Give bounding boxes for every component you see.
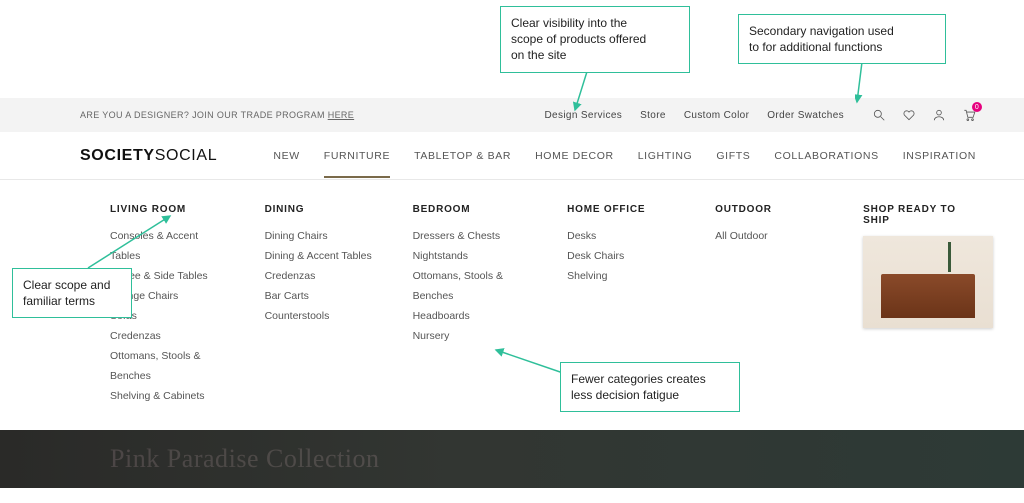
mega-menu-link[interactable]: Shelving & Cabinets — [110, 387, 227, 407]
page-root: Clear visibility into the scope of produ… — [0, 0, 1024, 488]
mega-column-heading: LIVING ROOM — [110, 204, 227, 215]
mega-menu-link[interactable]: Dining Chairs — [265, 227, 375, 247]
secondary-nav-item[interactable]: Store — [640, 110, 666, 121]
mega-column: BEDROOM Dressers & ChestsNightstandsOttom… — [413, 204, 530, 406]
mega-menu-link[interactable]: Counterstools — [265, 307, 375, 327]
primary-nav-item[interactable]: COLLABORATIONS — [774, 134, 878, 178]
mega-column-heading: SHOP READY TO SHIP — [863, 204, 976, 226]
mega-column-heading: BEDROOM — [413, 204, 530, 215]
mega-menu-link[interactable]: Ottomans, Stools & Benches — [110, 347, 227, 387]
mega-menu: LIVING ROOMConsoles & Accent TablesCoffe… — [0, 180, 1024, 430]
mega-column-heading: HOME OFFICE — [567, 204, 677, 215]
mega-menu-link[interactable]: Dining & Accent Tables — [265, 247, 375, 267]
callout-scope-visibility: Clear visibility into the scope of produ… — [500, 6, 690, 73]
trade-program-text: ARE YOU A DESIGNER? JOIN OUR TRADE PROGR… — [80, 110, 354, 120]
mega-column-ship: SHOP READY TO SHIP — [863, 204, 976, 406]
mega-menu-link[interactable]: Credenzas — [110, 327, 227, 347]
mega-menu-link[interactable]: Credenzas — [265, 267, 375, 287]
mega-column-heading: OUTDOOR — [715, 204, 825, 215]
callout-secondary-nav: Secondary navigation used to for additio… — [738, 14, 946, 64]
mega-menu-link[interactable]: Bar Carts — [265, 287, 375, 307]
secondary-nav-item[interactable]: Custom Color — [684, 110, 749, 121]
utility-bar: ARE YOU A DESIGNER? JOIN OUR TRADE PROGR… — [0, 98, 1024, 132]
mega-menu-link[interactable]: All Outdoor — [715, 227, 825, 247]
mega-menu-link[interactable]: Dressers & Chests — [413, 227, 530, 247]
primary-nav-item[interactable]: FURNITURE — [324, 134, 390, 178]
main-header: SOCIETYSOCIAL NEW FURNITURE TABLETOP & BAR… — [0, 132, 1024, 180]
callout-fewer-categories: Fewer categories creates less decision f… — [560, 362, 740, 412]
mega-column: DINING Dining ChairsDining & Accent Table… — [265, 204, 375, 406]
mega-menu-link[interactable]: Headboards — [413, 307, 530, 327]
hero-headline: Pink Paradise Collection — [110, 444, 380, 474]
secondary-nav-item[interactable]: Design Services — [544, 110, 622, 121]
utility-icons: 0 — [872, 108, 976, 122]
primary-nav-item[interactable]: NEW — [273, 134, 299, 178]
mega-menu-link[interactable]: Nursery — [413, 327, 530, 347]
ready-to-ship-image[interactable] — [863, 236, 993, 328]
primary-nav-item[interactable]: GIFTS — [716, 134, 750, 178]
cart-badge: 0 — [972, 102, 982, 112]
secondary-nav-item[interactable]: Order Swatches — [767, 110, 844, 121]
search-icon[interactable] — [872, 108, 886, 122]
secondary-nav: Design Services Store Custom Color Order… — [544, 110, 844, 121]
callout-familiar-terms: Clear scope and familiar terms — [12, 268, 132, 318]
mega-menu-link[interactable]: Desks — [567, 227, 677, 247]
mega-menu-link[interactable]: Nightstands — [413, 247, 530, 267]
wishlist-icon[interactable] — [902, 108, 916, 122]
account-icon[interactable] — [932, 108, 946, 122]
mega-column-heading: DINING — [265, 204, 375, 215]
mega-menu-link[interactable]: Consoles & Accent Tables — [110, 227, 227, 267]
cart-icon[interactable]: 0 — [962, 108, 976, 122]
primary-nav: NEW FURNITURE TABLETOP & BAR HOME DECOR LIGH… — [273, 134, 976, 178]
primary-nav-item[interactable]: LIGHTING — [638, 134, 693, 178]
trade-program-link[interactable]: HERE — [328, 110, 354, 120]
logo[interactable]: SOCIETYSOCIAL — [80, 147, 217, 165]
hero-banner: Pink Paradise Collection — [0, 430, 1024, 488]
primary-nav-item[interactable]: HOME DECOR — [535, 134, 614, 178]
mega-menu-link[interactable]: Ottomans, Stools & Benches — [413, 267, 530, 307]
primary-nav-item[interactable]: TABLETOP & BAR — [414, 134, 511, 178]
mega-menu-link[interactable]: Shelving — [567, 267, 677, 287]
mega-menu-link[interactable]: Desk Chairs — [567, 247, 677, 267]
primary-nav-item[interactable]: INSPIRATION — [903, 134, 976, 178]
